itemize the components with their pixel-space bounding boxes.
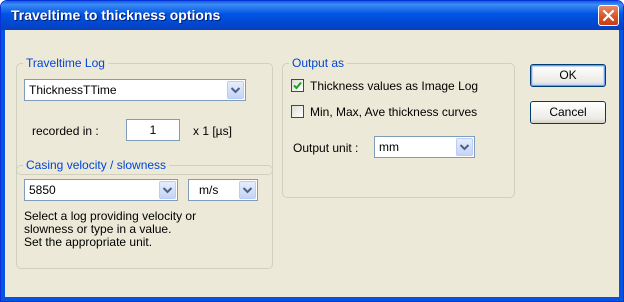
recorded-in-input[interactable] (126, 119, 180, 141)
dialog-body: Traveltime Log ThicknessTTime recorded i… (5, 30, 619, 297)
cancel-button[interactable]: Cancel (530, 101, 606, 124)
chevron-down-icon (230, 87, 241, 94)
casing-velocity-dropdown-button[interactable] (159, 181, 176, 199)
recorded-in-unit: x 1 [µs] (193, 124, 232, 138)
casing-velocity-legend: Casing velocity / slowness (23, 158, 170, 172)
ok-button[interactable]: OK (530, 64, 606, 87)
title-bar[interactable]: Traveltime to thickness options (1, 1, 623, 30)
output-unit-dropdown-button[interactable] (456, 138, 473, 156)
output-as-legend: Output as (289, 56, 348, 70)
thickness-curves-checkbox[interactable] (291, 105, 304, 118)
casing-unit-value: m/s (199, 183, 219, 197)
casing-velocity-group: Casing velocity / slowness 5850 m/s Sele… (16, 158, 273, 269)
thickness-image-checkbox[interactable] (291, 79, 304, 92)
output-unit-value: mm (379, 140, 399, 154)
traveltime-log-dropdown-button[interactable] (227, 81, 244, 99)
casing-velocity-value: 5850 (29, 183, 56, 197)
checkmark-icon (293, 81, 302, 90)
traveltime-log-select[interactable]: ThicknessTTime (24, 79, 246, 101)
thickness-curves-label[interactable]: Min, Max, Ave thickness curves (310, 105, 477, 119)
close-button[interactable] (598, 5, 619, 26)
dialog-title: Traveltime to thickness options (11, 7, 221, 23)
chevron-down-icon (459, 144, 470, 151)
casing-unit-dropdown-button[interactable] (239, 181, 256, 199)
casing-velocity-select[interactable]: 5850 (24, 179, 178, 201)
casing-velocity-help-text: Select a log providing velocity or slown… (24, 210, 196, 249)
casing-unit-select[interactable]: m/s (188, 179, 258, 201)
output-unit-select[interactable]: mm (374, 136, 475, 158)
thickness-image-label[interactable]: Thickness values as Image Log (310, 79, 478, 93)
traveltime-log-legend: Traveltime Log (23, 56, 108, 70)
output-unit-label: Output unit : (293, 141, 359, 155)
help-line-3: Set the appropriate unit. (24, 235, 153, 249)
close-icon (602, 9, 615, 22)
options-dialog: Traveltime to thickness options Travelti… (0, 0, 624, 302)
output-as-group: Output as Thickness values as Image Log … (282, 56, 515, 198)
traveltime-log-value: ThicknessTTime (29, 83, 117, 97)
chevron-down-icon (242, 187, 253, 194)
chevron-down-icon (162, 187, 173, 194)
recorded-in-label: recorded in : (32, 124, 99, 138)
